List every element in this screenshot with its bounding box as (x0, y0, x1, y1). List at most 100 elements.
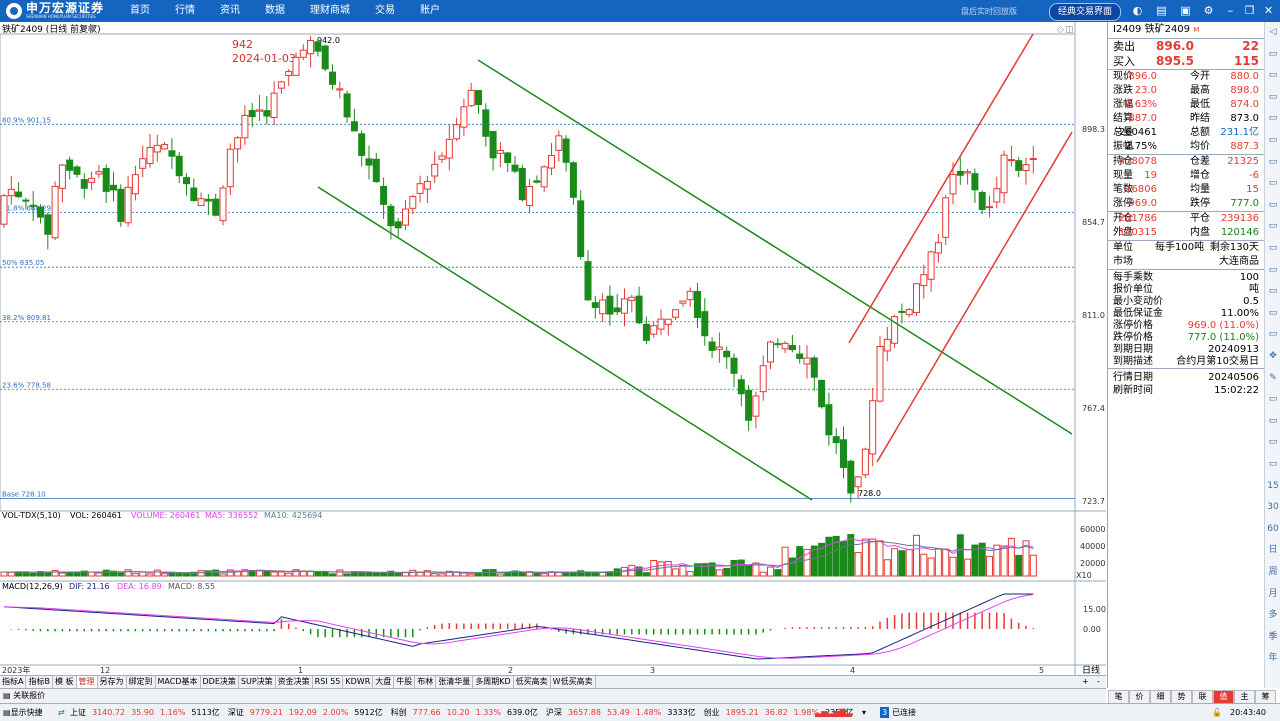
remove-icon[interactable]: - (1095, 676, 1102, 688)
tab-trades[interactable]: 笔 (1108, 690, 1129, 704)
index-name[interactable]: 沪深 (546, 708, 562, 717)
toolbar-item[interactable]: 日 (1267, 544, 1279, 556)
toolbar-item[interactable]: 月 (1267, 588, 1279, 600)
chart-option-icon[interactable]: ◇ (1057, 25, 1064, 35)
index-name[interactable]: 科创 (391, 708, 407, 717)
tab-multi-kd[interactable]: 多周期KD (473, 676, 514, 688)
fast-display-button[interactable]: ▤ 显示快捷 (3, 704, 43, 721)
menu-icon[interactable]: ▤ (1155, 4, 1168, 17)
classic-trade-button[interactable]: 经典交易界面 (1049, 3, 1121, 21)
volume-bar (1007, 538, 1015, 577)
tab-trend[interactable]: 势 (1171, 690, 1192, 704)
index-name[interactable]: 深证 (228, 708, 244, 717)
toolbar-item[interactable]: ▭ (1267, 264, 1279, 276)
chart-title-toggle-icon[interactable] (88, 24, 96, 32)
menu-account[interactable]: 账户 (420, 0, 440, 22)
toolbar-item[interactable]: ▭ (1267, 393, 1279, 405)
restore-icon[interactable]: ❐ (1243, 4, 1256, 17)
index-name[interactable]: 创业 (704, 708, 720, 717)
candle (569, 161, 577, 205)
tab-main[interactable]: 主 (1234, 690, 1255, 704)
menu-wealth[interactable]: 理财商城 (310, 0, 350, 22)
toolbar-item[interactable]: ✎ (1267, 372, 1279, 384)
candle (277, 81, 285, 94)
tab-bind-to[interactable]: 绑定到 (127, 676, 156, 688)
tab-template[interactable]: 模 板 (53, 676, 77, 688)
close-icon[interactable]: ✕ (1262, 4, 1275, 17)
vol-tick: 60000 (1080, 525, 1105, 534)
toolbar-item[interactable]: 季 (1267, 631, 1279, 643)
chart-area[interactable]: 铁矿2409 (日线 前复权) 942 2024-01-03 942.0 728… (0, 22, 1106, 688)
tab-rsi[interactable]: RSI 55 (313, 676, 344, 688)
quote-label: 最低 (1190, 99, 1210, 110)
toolbar-item[interactable]: ▭ (1267, 307, 1279, 319)
tab-macd-basic[interactable]: MACD基本 (156, 676, 201, 688)
down-channel-lower[interactable] (317, 186, 813, 501)
scroll-icon[interactable]: ▾ (862, 704, 866, 721)
tab-save-as[interactable]: 另存为 (98, 676, 127, 688)
add-icon[interactable]: + (1080, 676, 1091, 688)
toolbar-item[interactable]: ▭ (1267, 112, 1279, 124)
tab-zqh-vol[interactable]: 张清华量 (436, 676, 474, 688)
settings-icon[interactable]: ⚙ (1202, 4, 1215, 17)
toolbar-item[interactable]: ▭ (1267, 199, 1279, 211)
info-value: 777.0 (11.0%) (1187, 332, 1259, 343)
window-icon[interactable]: ▣ (1179, 4, 1192, 17)
toolbar-item[interactable]: ▭ (1267, 242, 1279, 254)
candle (256, 94, 263, 121)
tab-manage[interactable]: 管理 (76, 676, 98, 688)
minimize-icon[interactable]: – (1224, 4, 1237, 17)
info-label: 最小变动价 (1113, 296, 1163, 307)
tab-kdwr[interactable]: KDWR (343, 676, 374, 688)
tab-dde[interactable]: DDE决策 (201, 676, 239, 688)
toolbar-item[interactable]: ▭ (1267, 220, 1279, 232)
toolbar-item[interactable]: 周 (1267, 566, 1279, 578)
tab-chips[interactable]: 筹 (1255, 690, 1276, 704)
toolbar-item[interactable]: 15 (1267, 480, 1279, 492)
menu-quotes[interactable]: 行情 (175, 0, 195, 22)
toolbar-item[interactable]: ▭ (1267, 436, 1279, 448)
tab-low-buy[interactable]: 低买高卖 (514, 676, 551, 688)
tab-value[interactable]: 值 (1213, 690, 1234, 704)
down-channel-upper[interactable] (477, 59, 1073, 435)
tab-w-low-buy[interactable]: W低买高卖 (551, 676, 596, 688)
tab-fund[interactable]: 资金决策 (276, 676, 313, 688)
toolbar-item[interactable]: ▭ (1267, 156, 1279, 168)
toolbar-item[interactable]: ▭ (1267, 458, 1279, 470)
candle (285, 69, 293, 86)
menu-news[interactable]: 资讯 (220, 0, 240, 22)
skin-icon[interactable]: ◐ (1131, 4, 1144, 17)
toolbar-item[interactable]: ▭ (1267, 328, 1279, 340)
tab-bull[interactable]: 牛股 (394, 676, 416, 688)
toolbar-item[interactable]: 年 (1267, 652, 1279, 664)
toolbar-item[interactable]: ▭ (1267, 285, 1279, 297)
toolbar-item[interactable]: 60 (1267, 523, 1279, 535)
toolbar-item[interactable]: 多 (1267, 609, 1279, 621)
linked-quote-button[interactable]: ▤ 关联报价 (3, 690, 45, 702)
menu-data[interactable]: 数据 (265, 0, 285, 22)
tab-indicator-a[interactable]: 指标A (0, 676, 27, 688)
volume-bar (219, 573, 227, 577)
chart-zoom-icon[interactable]: ◫ (1065, 25, 1074, 35)
toolbar-item[interactable]: ▭ (1267, 91, 1279, 103)
toolbar-item[interactable]: ▭ (1267, 134, 1279, 146)
tab-indicator-b[interactable]: 指标B (26, 676, 53, 688)
tab-link[interactable]: 联 (1192, 690, 1213, 704)
index-name[interactable]: 上证 (70, 708, 86, 717)
toolbar-item[interactable]: ▭ (1267, 69, 1279, 81)
tab-price[interactable]: 价 (1129, 690, 1150, 704)
toolbar-item[interactable]: ▭ (1267, 177, 1279, 189)
menu-home[interactable]: 首页 (130, 0, 150, 22)
toolbar-item[interactable]: ◁ (1267, 26, 1279, 38)
toolbar-item[interactable]: ▭ (1267, 48, 1279, 60)
tab-sup[interactable]: SUP决策 (239, 676, 276, 688)
menu-trade[interactable]: 交易 (375, 0, 395, 22)
kline-chart[interactable]: 铁矿2409 (日线 前复权) 942 2024-01-03 942.0 728… (0, 22, 1106, 688)
tab-market[interactable]: 大盘 (373, 676, 395, 688)
lock-icon[interactable]: 🔓 (1212, 704, 1222, 721)
toolbar-item[interactable]: ✥ (1267, 350, 1279, 362)
tab-boll[interactable]: 布林 (415, 676, 437, 688)
toolbar-item[interactable]: ▭ (1267, 415, 1279, 427)
tab-detail[interactable]: 细 (1150, 690, 1171, 704)
toolbar-item[interactable]: 30 (1267, 501, 1279, 513)
